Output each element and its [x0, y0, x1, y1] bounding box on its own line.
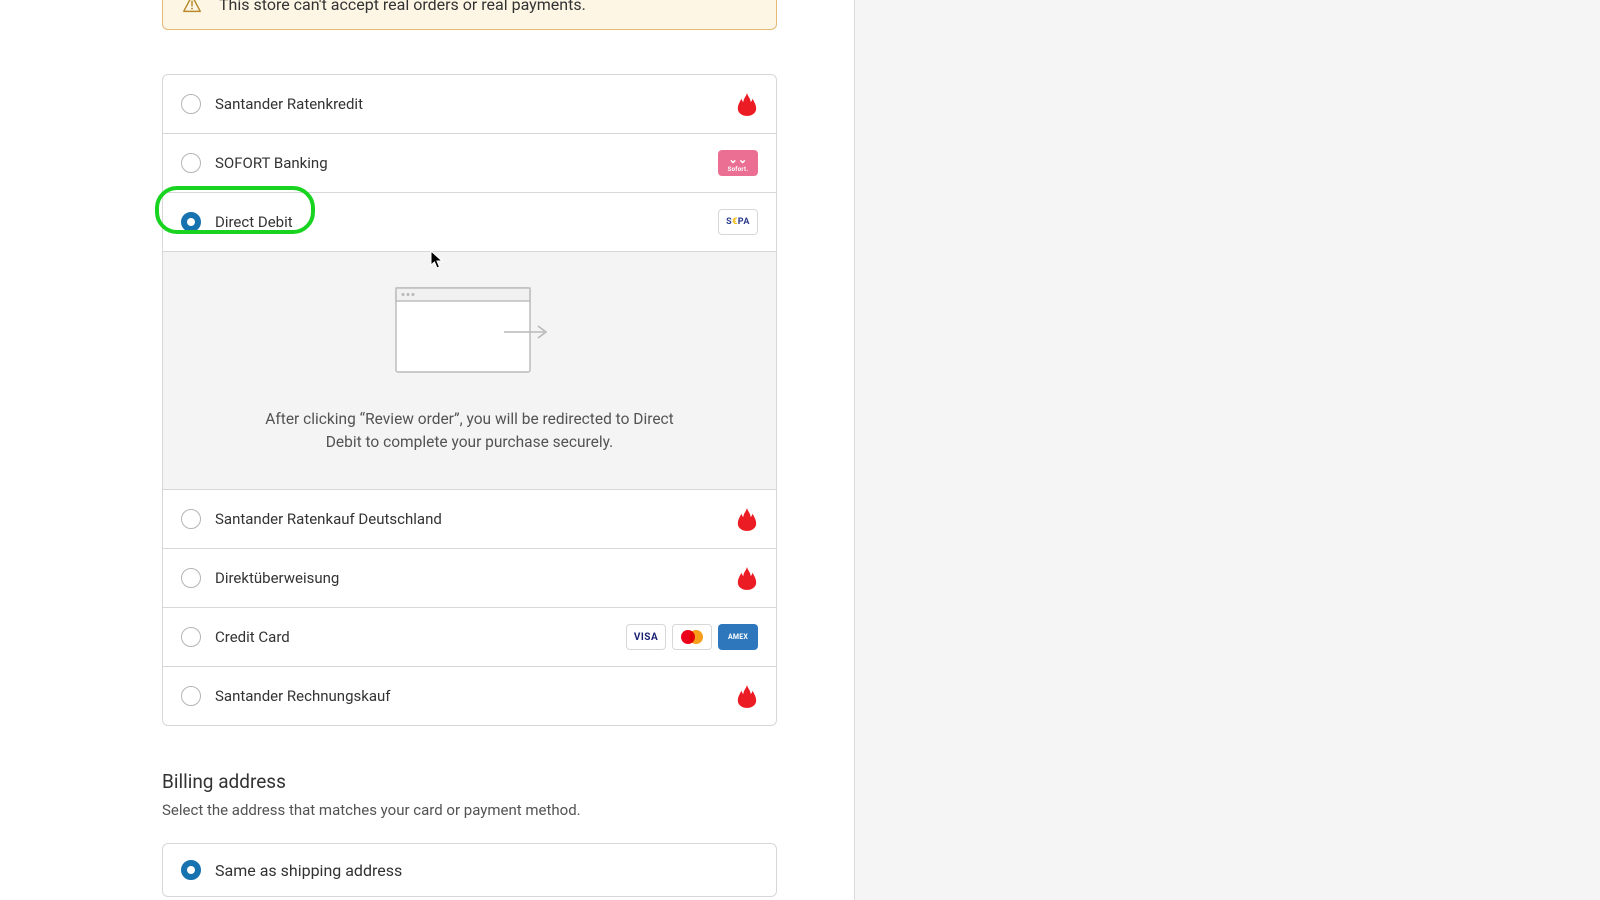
santander-icon: [736, 565, 758, 591]
redirect-illustration: [390, 282, 550, 384]
billing-option-label: Same as shipping address: [215, 861, 402, 880]
santander-icon: [736, 506, 758, 532]
brand-icons: [736, 506, 758, 532]
order-summary-panel: [855, 0, 1600, 900]
brand-icons: [736, 683, 758, 709]
visa-icon: VISA: [626, 624, 666, 650]
mastercard-icon: [672, 624, 712, 650]
billing-address-heading: Billing address: [162, 770, 777, 793]
sepa-icon: S€PA: [718, 209, 758, 235]
payment-method-santander-ratenkredit[interactable]: Santander Ratenkredit: [163, 75, 776, 133]
payment-method-label: Direct Debit: [215, 213, 704, 231]
payment-method-santander-rechnung[interactable]: Santander Rechnungskauf: [163, 666, 776, 725]
warning-icon: [181, 0, 203, 15]
billing-option-same[interactable]: Same as shipping address: [163, 844, 776, 896]
payment-method-label: SOFORT Banking: [215, 154, 704, 172]
payment-method-label: Credit Card: [215, 628, 612, 646]
payment-method-detail: After clicking “Review order”, you will …: [163, 251, 776, 489]
test-mode-warning: This store can't accept real orders or r…: [162, 0, 777, 30]
payment-method-label: Santander Ratenkredit: [215, 95, 722, 113]
brand-icons: VISA AMEX: [626, 624, 758, 650]
brand-icons: [736, 91, 758, 117]
payment-methods-list: Santander Ratenkredit SOFORT Banking ⌄⌄ …: [162, 74, 777, 726]
payment-method-direkt-uberweisung[interactable]: Direktüberweisung: [163, 548, 776, 607]
payment-method-label: Direktüberweisung: [215, 569, 722, 587]
warning-text: This store can't accept real orders or r…: [219, 0, 586, 14]
radio-unselected[interactable]: [181, 153, 201, 173]
brand-icons: ⌄⌄ Sofort.: [718, 150, 758, 176]
payment-method-label: Santander Rechnungskauf: [215, 687, 722, 705]
payment-method-credit-card[interactable]: Credit Card VISA AMEX: [163, 607, 776, 666]
radio-selected[interactable]: [181, 212, 201, 232]
radio-unselected[interactable]: [181, 627, 201, 647]
radio-selected[interactable]: [181, 860, 201, 880]
radio-unselected[interactable]: [181, 686, 201, 706]
brand-icons: S€PA: [718, 209, 758, 235]
billing-address-options: Same as shipping address: [162, 843, 777, 897]
payment-method-direct-debit[interactable]: Direct Debit S€PA: [163, 192, 776, 251]
billing-address-subtitle: Select the address that matches your car…: [162, 801, 777, 819]
radio-unselected[interactable]: [181, 94, 201, 114]
santander-icon: [736, 683, 758, 709]
santander-icon: [736, 91, 758, 117]
amex-icon: AMEX: [718, 624, 758, 650]
sofort-icon: ⌄⌄ Sofort.: [718, 150, 758, 176]
redirect-message: After clicking “Review order”, you will …: [255, 408, 685, 453]
radio-unselected[interactable]: [181, 509, 201, 529]
payment-method-label: Santander Ratenkauf Deutschland: [215, 510, 722, 528]
payment-method-sofort[interactable]: SOFORT Banking ⌄⌄ Sofort.: [163, 133, 776, 192]
radio-unselected[interactable]: [181, 568, 201, 588]
payment-method-santander-ratenkauf[interactable]: Santander Ratenkauf Deutschland: [163, 489, 776, 548]
brand-icons: [736, 565, 758, 591]
